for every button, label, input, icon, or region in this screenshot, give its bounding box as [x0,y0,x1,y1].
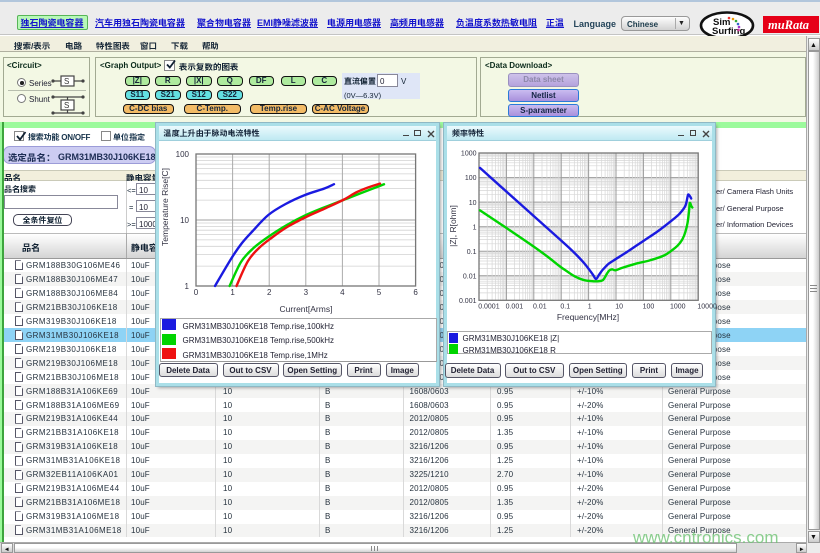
svg-text:S: S [64,77,69,86]
svg-text:Surfing: Surfing [712,26,745,37]
svg-text:S: S [64,101,69,110]
